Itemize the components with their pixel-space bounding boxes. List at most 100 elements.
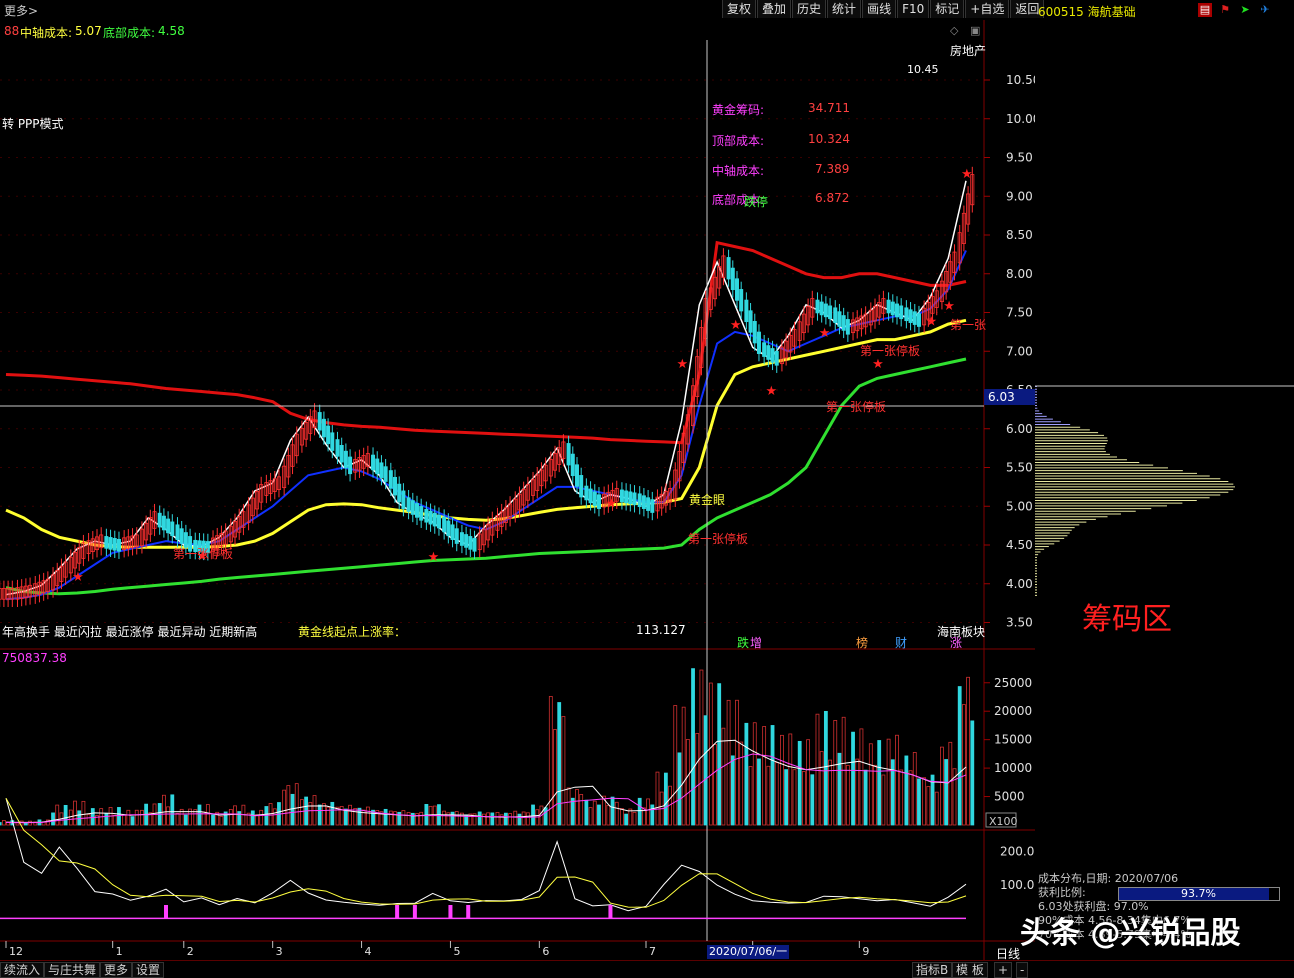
arrow-icon[interactable]: ➤ bbox=[1238, 3, 1252, 17]
candle-body bbox=[348, 456, 353, 475]
candle-body bbox=[619, 489, 624, 503]
price-tick-label: 8.00 bbox=[1006, 267, 1033, 281]
candle-body bbox=[752, 321, 757, 344]
toolbar-button-1[interactable]: 叠加 bbox=[757, 0, 792, 18]
volume-bar bbox=[290, 793, 295, 826]
star-marker: ★ bbox=[677, 357, 689, 372]
f10-doc-icon[interactable]: ▤ bbox=[1198, 3, 1212, 17]
candle-body bbox=[596, 494, 601, 509]
candle-body bbox=[321, 418, 326, 438]
volume-tick-label: 15000 bbox=[994, 733, 1032, 747]
candle-body bbox=[734, 278, 739, 301]
tag-down[interactable]: 跌 bbox=[737, 634, 749, 651]
candle-body bbox=[770, 348, 775, 363]
tag-increase[interactable]: 增 bbox=[750, 634, 762, 651]
toolbar-button-7[interactable]: +自选 bbox=[965, 0, 1010, 18]
tag-finance[interactable]: 财 bbox=[895, 634, 907, 651]
volume-bar bbox=[104, 812, 109, 826]
annotation-first-limit-up-1: 第一张停板 bbox=[173, 547, 234, 561]
toolbar-button-0[interactable]: 复权 bbox=[722, 0, 757, 18]
candle-body bbox=[828, 305, 833, 320]
candle-body bbox=[375, 458, 380, 475]
candle-body bbox=[175, 524, 180, 540]
candle-body bbox=[464, 534, 469, 548]
more-menu[interactable]: 更多> bbox=[4, 2, 38, 19]
profit-row: 获利比例: 93.7% bbox=[1038, 886, 1294, 901]
candle-body bbox=[371, 454, 376, 471]
price-tick-label: 8.50 bbox=[1006, 228, 1033, 242]
price-tick-label: 6.00 bbox=[1006, 422, 1033, 436]
current-price-label: 6.03 bbox=[988, 390, 1015, 404]
star-marker: ★ bbox=[72, 570, 84, 585]
gold-chip-label: 黄金筹码: bbox=[712, 103, 765, 117]
volume-tick-label: 20000 bbox=[994, 704, 1032, 718]
volume-bar bbox=[317, 804, 322, 826]
chip-zone-label: 筹码区 bbox=[1082, 602, 1172, 637]
candle-body bbox=[837, 311, 842, 327]
toolbar-button-2[interactable]: 历史 bbox=[792, 0, 827, 18]
candle-body bbox=[450, 524, 455, 540]
toolbar-button-5[interactable]: F10 bbox=[897, 0, 930, 18]
oscillator-signal-bar bbox=[466, 905, 471, 919]
candle-body bbox=[744, 299, 749, 323]
sector-label: 房地产 bbox=[950, 44, 987, 58]
star-marker: ★ bbox=[428, 550, 440, 565]
flag-icon[interactable]: ⚑ bbox=[1218, 3, 1232, 17]
volume-bar bbox=[863, 769, 868, 826]
toolbar-button-4[interactable]: 画线 bbox=[862, 0, 897, 18]
volume-bar bbox=[343, 808, 348, 826]
volume-bar bbox=[823, 710, 828, 826]
candle-body bbox=[574, 464, 579, 487]
candle-body bbox=[566, 443, 571, 466]
candle-body bbox=[756, 331, 761, 354]
date-tick-label: 5 bbox=[453, 945, 460, 958]
candle-body bbox=[726, 257, 731, 280]
price-chart[interactable]: 3.504.004.505.005.506.006.507.007.508.00… bbox=[0, 20, 1035, 960]
volume-bar bbox=[250, 810, 255, 826]
price-tick-label: 10.00 bbox=[1006, 112, 1035, 126]
gold-rise-label: 黄金线起点上涨率： bbox=[298, 625, 407, 639]
oscillator-signal-bar bbox=[448, 905, 453, 919]
star-marker: ★ bbox=[943, 299, 955, 314]
candle-body bbox=[446, 520, 451, 537]
volume-tick-label: 5000 bbox=[994, 790, 1025, 804]
candle-body bbox=[815, 299, 820, 314]
candle-body bbox=[170, 521, 175, 537]
price-tick-label: 7.00 bbox=[1006, 344, 1033, 358]
tag-ranking[interactable]: 榜 bbox=[856, 634, 868, 651]
toolbar-button-6[interactable]: 标记 bbox=[930, 0, 965, 18]
candle-body bbox=[424, 508, 429, 523]
volume-bar bbox=[197, 804, 202, 826]
oscillator-signal-bar bbox=[412, 905, 417, 919]
candle-body bbox=[379, 462, 384, 478]
candle-body bbox=[388, 470, 393, 489]
window-icon[interactable]: ▣ bbox=[970, 24, 980, 37]
status-line-text: 年高换手 最近闪拉 最近涨停 最近异动 近期新高 bbox=[2, 625, 258, 639]
candle-body bbox=[339, 445, 344, 463]
candle-body bbox=[739, 289, 744, 312]
volume-bar bbox=[650, 804, 655, 826]
date-tick-label: 2 bbox=[187, 945, 194, 958]
candle-body bbox=[904, 307, 909, 322]
candle-body bbox=[432, 512, 437, 527]
plane-icon[interactable]: ✈ bbox=[1258, 3, 1272, 17]
period-label[interactable]: 日线 bbox=[996, 945, 1020, 962]
mid-cost-value: 5.07 bbox=[75, 24, 102, 38]
star-marker: ★ bbox=[925, 314, 937, 329]
diamond-icon[interactable]: ◇ bbox=[950, 24, 958, 37]
bottom-cost-value: 4.58 bbox=[158, 24, 185, 38]
volume-bar bbox=[610, 796, 615, 826]
candle-body bbox=[646, 497, 651, 511]
top-cost-value: 10.324 bbox=[808, 132, 850, 146]
volume-bar bbox=[957, 686, 962, 826]
star-marker: ★ bbox=[730, 318, 742, 333]
candle-body bbox=[899, 305, 904, 320]
volume-bar bbox=[784, 769, 789, 826]
price-tick-label: 5.50 bbox=[1006, 461, 1033, 475]
candle-body bbox=[730, 267, 735, 291]
date-tick-label: 4 bbox=[365, 945, 372, 958]
cursor-date: 2020/07/06/一 bbox=[707, 945, 790, 959]
price-tick-label: 10.50 bbox=[1006, 73, 1035, 87]
toolbar-button-3[interactable]: 统计 bbox=[827, 0, 862, 18]
volume-bar bbox=[904, 755, 909, 826]
